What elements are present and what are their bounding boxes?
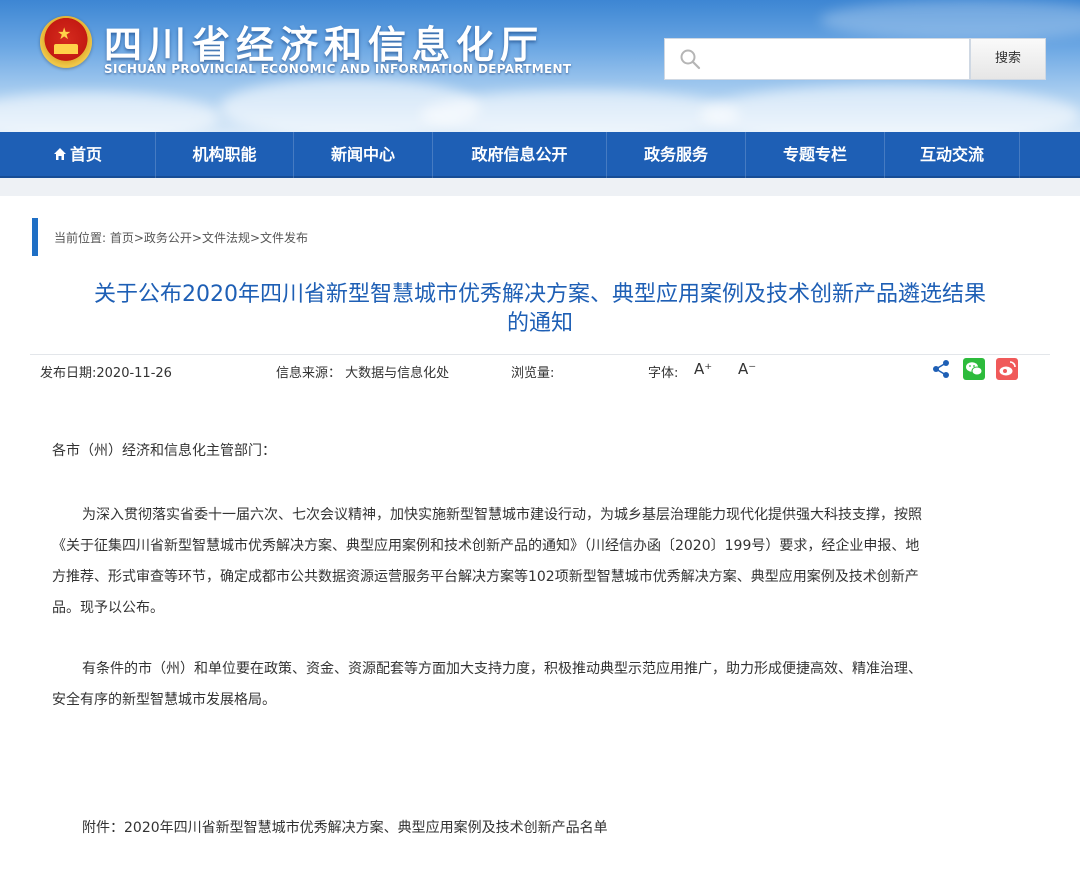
header-banner: ★ 四川省经济和信息化厅 SICHUAN PROVINCIAL ECONOMIC… [0, 0, 1080, 132]
article-title-line1: 关于公布2020年四川省新型智慧城市优秀解决方案、典型应用案例及技术创新产品遴选… [94, 282, 986, 307]
nav-item-services[interactable]: 政务服务 [607, 132, 746, 178]
search-input[interactable] [709, 43, 959, 75]
wechat-icon[interactable] [963, 358, 985, 380]
breadcrumb[interactable]: 当前位置: 首页>政务公开>文件法规>文件发布 [54, 229, 308, 246]
nav-item-interaction[interactable]: 互动交流 [885, 132, 1020, 178]
view-count: 浏览量: [511, 366, 555, 381]
breadcrumb-accent [32, 218, 38, 256]
nav-item-home[interactable]: 首页 [0, 132, 156, 178]
nav-item-gov-info[interactable]: 政府信息公开 [433, 132, 607, 178]
nav-item-label: 首页 [69, 145, 102, 164]
nav-item-topics[interactable]: 专题专栏 [746, 132, 885, 178]
font-size-label: 字体: [648, 366, 679, 381]
national-emblem-icon: ★ [40, 16, 92, 68]
weibo-icon[interactable] [996, 358, 1018, 380]
nav-item-news[interactable]: 新闻中心 [294, 132, 433, 178]
search-button[interactable]: 搜索 [970, 38, 1046, 80]
salutation: 各市（州）经济和信息化主管部门： [52, 443, 276, 459]
share-icon[interactable] [930, 358, 952, 380]
search-icon [680, 49, 701, 70]
attachment-link[interactable]: 附件：2020年四川省新型智慧城市优秀解决方案、典型应用案例及技术创新产品名单 [52, 813, 1042, 844]
paragraph-1-line: 品。现予以公布。 [52, 600, 164, 616]
paragraph-1-line: 为深入贯彻落实省委十一届六次、七次会议精神，加快实施新型智慧城市建设行动，为城乡… [82, 507, 922, 523]
paragraph-1-line: 《关于征集四川省新型智慧城市优秀解决方案、典型应用案例和技术创新产品的通知》（川… [52, 538, 920, 554]
info-source: 信息来源： 大数据与信息化处 [276, 366, 450, 381]
search-box [664, 38, 970, 80]
paragraph-2-line: 有条件的市（州）和单位要在政策、资金、资源配套等方面加大支持力度，积极推动典型示… [82, 661, 922, 677]
paragraph-2-line: 安全有序的新型智慧城市发展格局。 [52, 692, 276, 708]
publish-date: 发布日期:2020-11-26 [40, 366, 172, 381]
main-nav: 首页 机构职能 新闻中心 政府信息公开 政务服务 专题专栏 互动交流 [0, 132, 1080, 178]
font-increase-button[interactable]: A⁺ [694, 360, 712, 378]
article-panel: 当前位置: 首页>政务公开>文件法规>文件发布 关于公布2020年四川省新型智慧… [0, 196, 1080, 869]
article-title: 关于公布2020年四川省新型智慧城市优秀解决方案、典型应用案例及技术创新产品遴选… [30, 280, 1050, 338]
site-subtitle: SICHUAN PROVINCIAL ECONOMIC AND INFORMAT… [104, 62, 572, 76]
paragraph-2: 有条件的市（州）和单位要在政策、资金、资源配套等方面加大支持力度，积极推动典型示… [52, 654, 1042, 716]
site-title: 四川省经济和信息化厅 [104, 23, 545, 67]
paragraph-1-line: 方推荐、形式审查等环节，确定成都市公共数据资源运营服务平台解决方案等102项新型… [52, 569, 919, 585]
font-decrease-button[interactable]: A⁻ [738, 360, 756, 378]
article-title-line2: 的通知 [506, 311, 573, 336]
home-icon [53, 148, 66, 160]
meta-divider [30, 354, 1050, 355]
paragraph-1: 为深入贯彻落实省委十一届六次、七次会议精神，加快实施新型智慧城市建设行动，为城乡… [52, 500, 1042, 624]
nav-item-functions[interactable]: 机构职能 [156, 132, 294, 178]
